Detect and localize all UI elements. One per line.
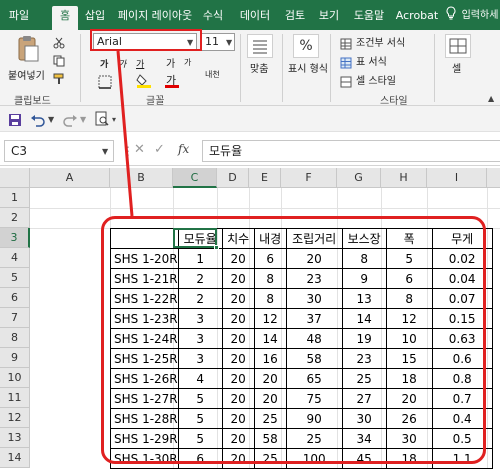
table-highlight bbox=[101, 216, 486, 464]
excel-window: 파일 홈 삽입 페이지 레이아웃 수식 데이터 검토 보기 도움말 Acroba… bbox=[0, 0, 500, 469]
